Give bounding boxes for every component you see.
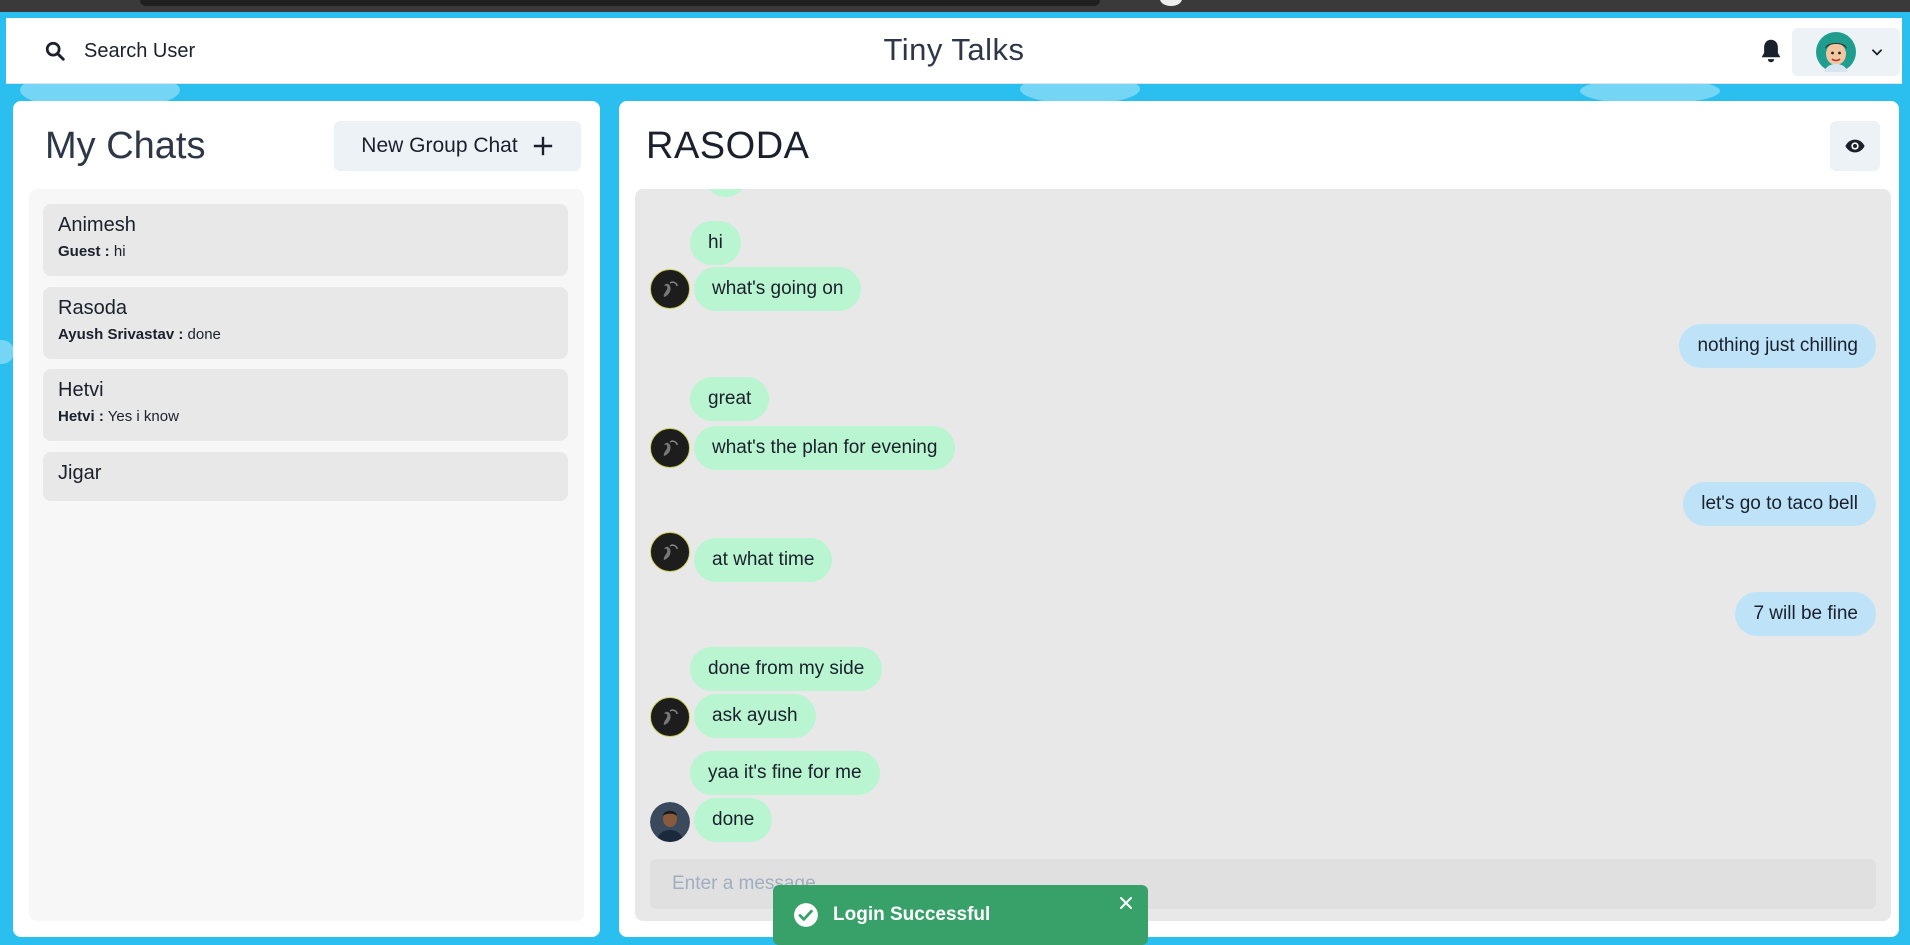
chat-list-item[interactable]: Hetvi Hetvi : Yes i know (43, 369, 568, 441)
message-bubble: at what time (694, 538, 833, 582)
message-bubble: done from my side (690, 647, 883, 691)
chat-name: Animesh (58, 214, 136, 236)
chat-list-item[interactable]: Rasoda Ayush Srivastav : done (43, 287, 568, 359)
sender-avatar (650, 269, 690, 309)
app-title: Tiny Talks (883, 32, 1025, 67)
sender-avatar (650, 697, 690, 737)
new-group-chat-label: New Group Chat (361, 134, 518, 157)
toast-message: Login Successful (833, 904, 991, 925)
profile-menu-button[interactable] (1792, 28, 1900, 76)
login-success-toast: Login Successful (773, 885, 1148, 945)
message-bubble: 7 will be fine (1735, 592, 1876, 636)
close-icon[interactable] (1116, 893, 1136, 913)
message-bubble: let's go to taco bell (1683, 482, 1876, 526)
background-bubble (0, 340, 14, 364)
browser-dot (1160, 0, 1182, 6)
eye-icon (1845, 139, 1865, 153)
sender-avatar (650, 428, 690, 468)
messages-area[interactable]: hi what's going on nothing just chilling… (635, 189, 1891, 921)
chevron-down-icon (1872, 49, 1882, 56)
chat-preview-sender: Guest : (58, 243, 110, 260)
browser-address-pill (140, 0, 1100, 6)
chat-preview-sender: Ayush Srivastav : (58, 326, 184, 343)
message-bubble: ask ayush (694, 694, 816, 738)
top-header: Search User Tiny Talks (6, 18, 1902, 84)
message-bubble: what's going on (694, 267, 862, 311)
message-bubble: done (694, 798, 773, 842)
message-bubble: yaa it's fine for me (690, 751, 880, 795)
new-group-chat-button[interactable]: New Group Chat (334, 121, 581, 171)
chat-preview: Hetvi : Yes i know (58, 408, 553, 425)
my-chats-title: My Chats (45, 125, 206, 167)
chat-preview-message: Yes i know (107, 408, 179, 425)
chat-list: Animesh Guest : hi Rasoda Ayush Srivasta… (29, 189, 584, 921)
chat-list-item[interactable]: Animesh Guest : hi (43, 204, 568, 276)
view-group-button[interactable] (1830, 121, 1880, 171)
message-bubble: hi (690, 221, 741, 265)
message-bubble: great (690, 377, 770, 421)
chat-room-title: RASODA (646, 125, 810, 167)
chat-room-panel: RASODA hi what's going on nothing just c… (619, 101, 1899, 937)
chat-preview-message: hi (113, 243, 126, 260)
message-bubble: what's the plan for evening (694, 426, 956, 470)
sender-avatar (650, 802, 690, 842)
chat-name: Hetvi (58, 379, 104, 401)
chat-preview: Ayush Srivastav : done (58, 326, 553, 343)
chat-name: Rasoda (58, 297, 127, 319)
bell-icon[interactable] (1756, 36, 1786, 66)
browser-top-strip (0, 0, 1910, 12)
my-chats-panel: My Chats New Group Chat Animesh Guest : … (13, 101, 600, 937)
user-avatar (1816, 32, 1856, 72)
message-bubble-partial (704, 189, 748, 197)
check-circle-icon (794, 903, 818, 927)
message-bubble: nothing just chilling (1679, 324, 1876, 368)
plus-icon (533, 136, 552, 156)
chat-preview-sender: Hetvi : (58, 408, 104, 425)
sender-avatar (650, 532, 690, 572)
chat-preview: Guest : hi (58, 243, 553, 260)
chat-list-item[interactable]: Jigar (43, 452, 568, 501)
chat-preview-message: done (187, 326, 221, 343)
chat-name: Jigar (58, 462, 102, 484)
